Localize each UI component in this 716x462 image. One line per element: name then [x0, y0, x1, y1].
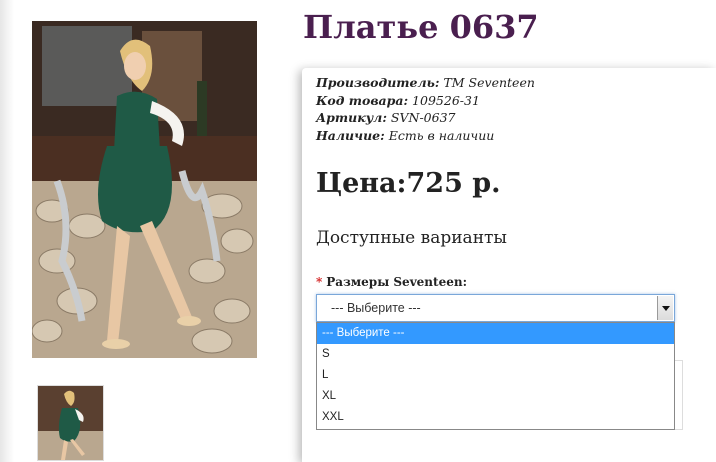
size-option[interactable]: XXL [317, 407, 674, 428]
sku-label: Артикул: [316, 110, 387, 125]
product-thumbnail[interactable] [37, 385, 104, 461]
product-code-row: Код товара: 109526-31 [316, 92, 535, 110]
size-label: * Размеры Seventeen: [316, 275, 467, 289]
size-dropdown-list[interactable]: --- Выберите --- S L XL XXL [316, 322, 675, 430]
size-option[interactable]: --- Выберите --- [317, 323, 674, 344]
manufacturer-label: Производитель: [316, 75, 440, 90]
stock-label: Наличие: [316, 127, 385, 143]
product-details: Производитель: TM Seventeen Код товара: … [316, 74, 535, 144]
page-left-shadow [0, 0, 14, 462]
product-price: Цена:725 р. [316, 168, 501, 199]
chevron-down-icon [662, 306, 670, 311]
sku-row: Артикул: SVN-0637 [316, 109, 535, 127]
product-title: Платье 0637 [303, 8, 539, 46]
thumbnail-illustration [38, 386, 103, 460]
sku-value: SVN-0637 [386, 110, 456, 125]
stock-row: Наличие: Есть в наличии [316, 127, 535, 145]
product-photo-illustration [32, 21, 257, 358]
size-option[interactable]: S [317, 344, 674, 365]
product-code-value: 109526-31 [408, 92, 480, 108]
dropdown-arrow-button[interactable] [657, 296, 673, 320]
manufacturer-row: Производитель: TM Seventeen [316, 74, 535, 92]
variants-heading: Доступные варианты [316, 228, 507, 248]
size-select[interactable]: --- Выберите --- [316, 294, 675, 322]
size-label-text: Размеры Seventeen: [326, 275, 467, 289]
size-select-value: --- Выберите --- [331, 301, 421, 315]
required-mark: * [316, 275, 323, 289]
size-option[interactable]: XL [317, 386, 674, 407]
product-code-label: Код товара: [316, 92, 409, 108]
size-option[interactable]: L [317, 365, 674, 386]
product-main-image[interactable] [32, 21, 257, 358]
product-info-panel: Производитель: TM Seventeen Код товара: … [302, 68, 716, 462]
manufacturer-value: TM Seventeen [439, 75, 535, 90]
stock-value: Есть в наличии [384, 127, 495, 143]
